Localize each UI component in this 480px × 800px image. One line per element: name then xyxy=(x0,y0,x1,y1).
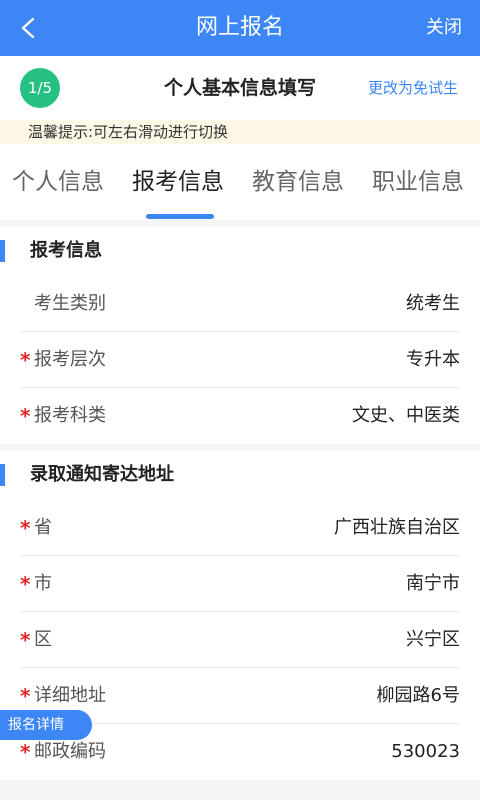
field-label: 考生类别 xyxy=(34,293,106,314)
tab-bar: 个人信息 报考信息 教育信息 职业信息 xyxy=(0,144,480,220)
step-header: 1/5 个人基本信息填写 更改为免试生 xyxy=(0,56,480,120)
field-value: 530023 xyxy=(391,741,460,762)
required-mark: * xyxy=(20,572,31,596)
registration-details-button[interactable]: 报名详情 xyxy=(0,710,92,740)
tab-career-info[interactable]: 职业信息 xyxy=(372,164,464,200)
field-candidate-type[interactable]: 考生类别 统考生 xyxy=(20,276,460,332)
switch-exempt-link[interactable]: 更改为免试生 xyxy=(368,56,458,120)
field-label: 市 xyxy=(34,573,52,594)
field-district[interactable]: * 区 兴宁区 xyxy=(20,612,460,668)
section-title: 录取通知寄达地址 xyxy=(30,464,174,485)
field-province[interactable]: * 省 广西壮族自治区 xyxy=(20,500,460,556)
field-label: 报考层次 xyxy=(34,349,106,370)
section-header: 录取通知寄达地址 xyxy=(0,450,480,500)
tab-personal-info[interactable]: 个人信息 xyxy=(12,164,104,200)
section-accent-bar xyxy=(0,464,5,486)
field-value: 统考生 xyxy=(406,293,460,314)
required-mark: * xyxy=(20,628,31,652)
field-value: 广西壮族自治区 xyxy=(334,517,460,538)
field-apply-subject[interactable]: * 报考科类 文史、中医类 xyxy=(20,388,460,444)
field-value: 专升本 xyxy=(406,349,460,370)
page-title: 网上报名 xyxy=(195,15,284,40)
tab-apply-info[interactable]: 报考信息 xyxy=(132,164,224,200)
nav-bar: 网上报名 关闭 xyxy=(0,0,480,56)
field-city[interactable]: * 市 南宁市 xyxy=(20,556,460,612)
section-title: 报考信息 xyxy=(30,240,102,261)
field-label: 省 xyxy=(34,517,52,538)
required-mark: * xyxy=(20,348,31,372)
section-accent-bar xyxy=(0,240,5,262)
tab-education-info[interactable]: 教育信息 xyxy=(252,164,344,200)
active-tab-indicator xyxy=(146,214,214,219)
field-value: 兴宁区 xyxy=(406,629,460,650)
field-label: 报考科类 xyxy=(34,405,106,426)
field-value: 文史、中医类 xyxy=(352,405,460,426)
field-apply-level[interactable]: * 报考层次 专升本 xyxy=(20,332,460,388)
swipe-tip: 温馨提示:可左右滑动进行切换 xyxy=(0,120,480,144)
close-button[interactable]: 关闭 xyxy=(426,0,462,56)
section-apply-info: 报考信息 考生类别 统考生 * 报考层次 专升本 * 报考科类 文史、中医类 xyxy=(0,226,480,444)
section-header: 报考信息 xyxy=(0,226,480,276)
field-value: 柳园路6号 xyxy=(376,685,460,706)
field-value: 南宁市 xyxy=(406,573,460,594)
field-label: 区 xyxy=(34,629,52,650)
required-mark: * xyxy=(20,516,31,540)
required-mark: * xyxy=(20,404,31,428)
